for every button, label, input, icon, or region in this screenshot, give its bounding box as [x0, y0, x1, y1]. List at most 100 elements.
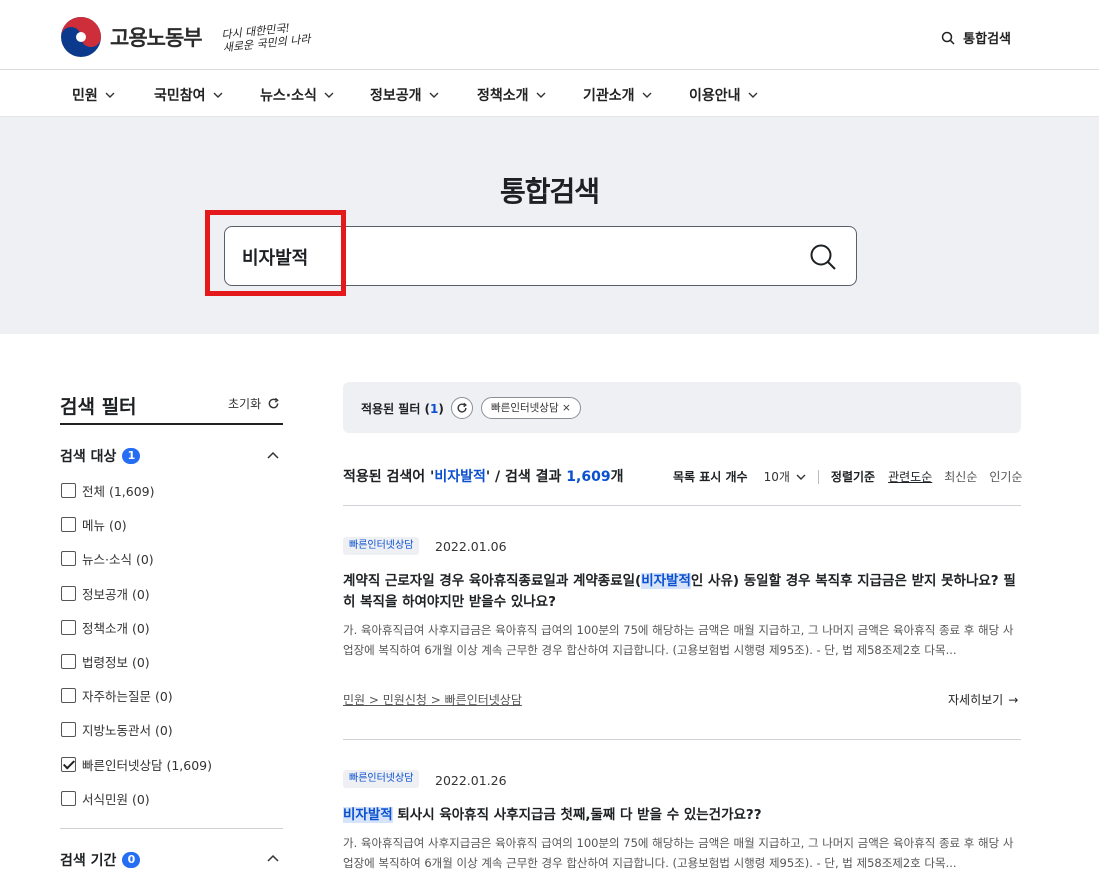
filter-option[interactable]: 정보공개 (0) — [61, 584, 150, 603]
filter-option[interactable]: 지방노동관서 (0) — [61, 720, 173, 739]
nav-item-guide[interactable]: 이용안내 — [689, 85, 758, 105]
chevron-up-icon[interactable] — [267, 451, 279, 459]
filter-option-label: 메뉴 (0) — [82, 518, 127, 534]
filter-option-label: 정책소개 (0) — [82, 620, 150, 636]
page-size-label: 목록 표시 개수 — [673, 470, 748, 484]
section-label: 검색 대상 — [60, 449, 117, 465]
nav-item-disclosure[interactable]: 정보공개 — [370, 85, 439, 105]
count-badge: 1 — [122, 448, 141, 464]
checkbox[interactable] — [61, 585, 76, 601]
logo-text: 고용노동부 — [110, 26, 203, 50]
reset-button[interactable]: 초기화 — [228, 395, 280, 412]
summary-middle: ' / 검색 결과 — [485, 469, 567, 485]
filter-option[interactable]: 자주하는질문 (0) — [61, 686, 173, 705]
keyword-highlight: 비자발적 — [343, 807, 393, 823]
filter-option-label: 서식민원 (0) — [82, 791, 150, 807]
result-breadcrumb[interactable]: 민원 > 민원신청 > 빠른인터넷상담 — [343, 691, 522, 708]
checkbox[interactable] — [61, 688, 76, 704]
nav-item-news[interactable]: 뉴스·소식 — [260, 85, 334, 105]
filter-option-label: 뉴스·소식 (0) — [82, 552, 154, 568]
title-text: 계약직 근로자일 경우 육아휴직종료일과 계약종료일( — [343, 573, 642, 589]
summary-prefix: 적용된 검색어 ' — [343, 469, 435, 485]
site-logo[interactable]: 고용노동부 다시 대한민국! 새로운 국민의 나라 — [60, 16, 311, 58]
nav-item-civil[interactable]: 민원 — [72, 85, 115, 105]
result-summary: 적용된 검색어 '비자발적' / 검색 결과 1,609개 — [343, 466, 623, 486]
sort-popular[interactable]: 인기순 — [989, 468, 1022, 485]
checkbox[interactable] — [61, 722, 76, 738]
filter-option-label: 정보공개 (0) — [82, 586, 150, 602]
checkbox[interactable] — [61, 619, 76, 635]
checkbox[interactable] — [61, 517, 76, 533]
page-size-select[interactable]: 10개 — [764, 468, 806, 485]
filter-option-label: 자주하는질문 (0) — [82, 689, 173, 705]
summary-count: 1,609 — [566, 469, 611, 485]
target-section-title[interactable]: 검색 대상 1 — [60, 446, 141, 466]
result-description: 가. 육아휴직급여 사후지급금은 육아휴직 급여의 100분의 75에 해당하는… — [343, 836, 1014, 870]
applied-filter-label: 적용된 필터 (1) — [361, 400, 444, 417]
filter-option-label: 빠른인터넷상담 (1,609) — [82, 757, 213, 773]
filter-refresh-button[interactable] — [451, 397, 473, 419]
summary-suffix: 개 — [610, 469, 624, 485]
result-date: 2022.01.26 — [435, 773, 507, 788]
checkbox[interactable] — [61, 790, 76, 806]
nav-item-policy[interactable]: 정책소개 — [477, 85, 546, 105]
result-category-tag: 빠른인터넷상담 — [343, 537, 420, 555]
divider — [343, 739, 1021, 740]
filter-title: 검색 필터 — [60, 396, 137, 418]
summary-keyword: 비자발적 — [434, 469, 486, 485]
header-search-button[interactable]: 통합검색 — [941, 28, 1011, 47]
filter-option[interactable]: 정책소개 (0) — [61, 618, 150, 637]
search-icon — [941, 31, 955, 45]
chevron-down-icon — [324, 92, 334, 98]
filter-option[interactable]: 메뉴 (0) — [61, 515, 127, 534]
checkbox-checked[interactable] — [61, 756, 76, 772]
filter-option[interactable]: 법령정보 (0) — [61, 652, 150, 671]
chevron-down-icon — [213, 92, 223, 98]
nav-item-agency[interactable]: 기관소개 — [583, 85, 652, 105]
refresh-icon — [457, 402, 467, 413]
divider — [817, 469, 819, 484]
nav-item-participation[interactable]: 국민참여 — [154, 85, 223, 105]
nav-label: 뉴스·소식 — [260, 88, 317, 104]
chevron-up-icon[interactable] — [267, 854, 279, 862]
search-icon[interactable] — [808, 242, 838, 272]
chevron-down-icon — [748, 92, 758, 98]
filter-chip[interactable]: 빠른인터넷상담 × — [481, 397, 581, 419]
checkbox[interactable] — [61, 654, 76, 669]
filter-option[interactable]: 서식민원 (0) — [61, 789, 150, 808]
applied-filter-bar: 적용된 필터 (1) 빠른인터넷상담 × — [343, 382, 1021, 433]
chevron-down-icon — [642, 92, 652, 98]
chevron-down-icon — [429, 92, 439, 98]
filter-option[interactable]: 빠른인터넷상담 (1,609) — [61, 755, 212, 774]
sort-latest[interactable]: 최신순 — [944, 468, 977, 485]
period-section-title[interactable]: 검색 기간 0 — [60, 850, 141, 870]
view-detail-link[interactable]: 자세히보기 → — [948, 691, 1018, 708]
page-title: 통합검색 — [499, 175, 600, 208]
divider — [60, 423, 283, 425]
result-title[interactable]: 비자발적 퇴사시 육아휴직 사후지급금 첫째,둘째 다 받을 수 있는건가요?? — [343, 805, 1023, 826]
filter-option[interactable]: 뉴스·소식 (0) — [61, 549, 154, 568]
site-header: 고용노동부 다시 대한민국! 새로운 국민의 나라 통합검색 — [0, 0, 1099, 70]
sort-label: 정렬기준 — [830, 470, 876, 484]
result-category-tag: 빠른인터넷상담 — [343, 770, 420, 788]
checkbox[interactable] — [61, 551, 76, 567]
chevron-down-icon — [796, 474, 806, 480]
divider — [343, 505, 1021, 506]
filter-option-label: 전체 (1,609) — [82, 484, 155, 499]
section-label: 검색 기간 — [60, 853, 117, 869]
reset-label: 초기화 — [228, 397, 262, 411]
result-title[interactable]: 계약직 근로자일 경우 육아휴직종료일과 계약종료일(비자발적인 사유) 동일할… — [343, 571, 1023, 613]
annotation-highlight-box — [205, 210, 346, 296]
view-detail-label: 자세히보기 — [948, 693, 1004, 707]
checkbox[interactable] — [61, 483, 76, 498]
title-text: 퇴사시 육아휴직 사후지급금 첫째,둘째 다 받을 수 있는건가요?? — [392, 807, 762, 823]
filter-option-label: 지방노동관서 (0) — [82, 723, 173, 739]
keyword-highlight: 비자발적 — [641, 573, 691, 589]
taegeuk-logo-icon — [61, 17, 101, 57]
nav-label: 정보공개 — [370, 88, 422, 104]
nav-label: 정책소개 — [477, 88, 529, 104]
filter-option[interactable]: 전체 (1,609) — [61, 481, 155, 500]
result-date: 2022.01.06 — [435, 539, 507, 554]
sort-relevance[interactable]: 관련도순 — [888, 468, 932, 485]
divider — [60, 828, 283, 829]
